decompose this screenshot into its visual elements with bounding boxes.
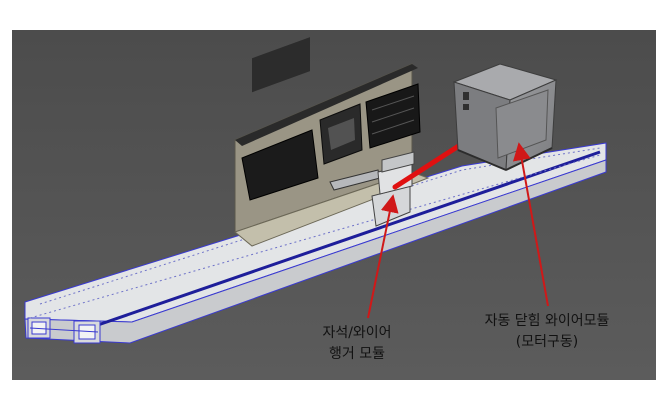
label-hanger-line-2: 행거 모듈 [329, 346, 385, 362]
label-motor-line-1: 자동 닫힘 와이어모듈 [485, 313, 610, 329]
label-hanger-line-1: 자석/와이어 [322, 325, 391, 341]
cad-render-diagram: 자석/와이어 행거 모듈 자동 닫힘 와이어모듈 (모터구동) [12, 30, 656, 380]
label-motor-line-2: (모터구동) [516, 334, 578, 350]
motor-drive-box [452, 63, 558, 171]
